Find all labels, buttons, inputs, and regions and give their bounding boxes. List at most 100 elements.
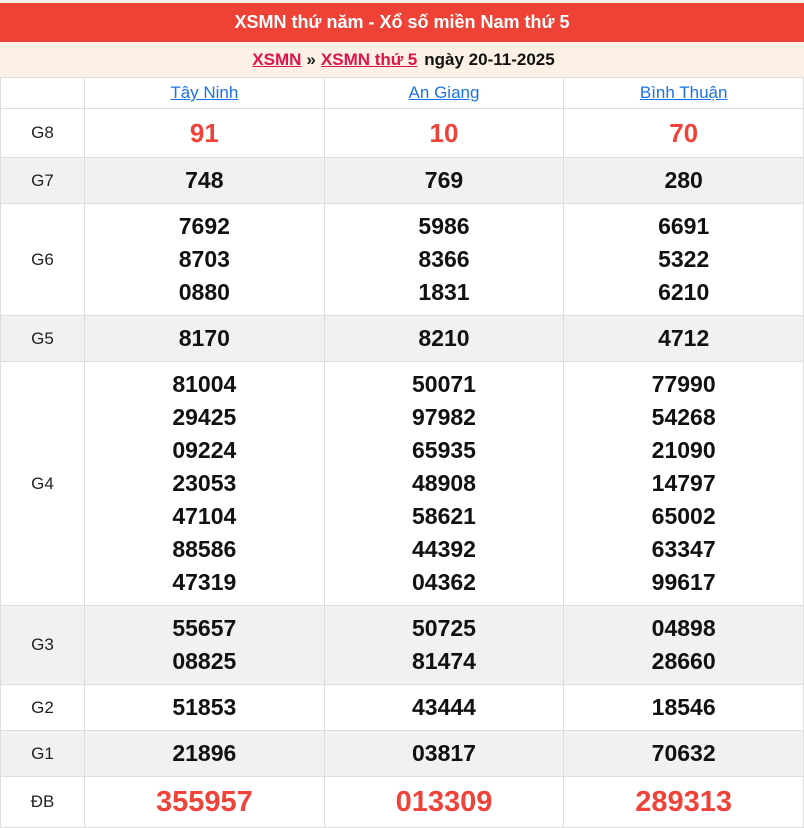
table-row: G1218960381770632 bbox=[1, 731, 803, 777]
result-number: 47319 bbox=[85, 566, 324, 599]
result-number: 769 bbox=[325, 164, 564, 197]
result-number: 54268 bbox=[564, 401, 803, 434]
result-cell: 5565708825 bbox=[84, 606, 324, 684]
breadcrumb: XSMN » XSMN thứ 5 ngày 20-11-2025 bbox=[0, 42, 804, 77]
result-number: 48908 bbox=[325, 467, 564, 500]
result-number: 81474 bbox=[325, 645, 564, 678]
result-number: 04898 bbox=[564, 612, 803, 645]
table-row: G7748769280 bbox=[1, 158, 803, 204]
result-cell: 8210 bbox=[324, 316, 564, 361]
result-cell: 70632 bbox=[563, 731, 803, 776]
result-number: 47104 bbox=[85, 500, 324, 533]
result-cell: 598683661831 bbox=[324, 204, 564, 315]
breadcrumb-date: ngày 20-11-2025 bbox=[424, 50, 554, 69]
result-number: 013309 bbox=[325, 783, 564, 821]
result-cell: 10 bbox=[324, 109, 564, 157]
result-number: 8366 bbox=[325, 243, 564, 276]
result-cell: 18546 bbox=[563, 685, 803, 730]
result-cell: 21896 bbox=[84, 731, 324, 776]
prize-label: G4 bbox=[1, 362, 84, 605]
province-link[interactable]: Tây Ninh bbox=[170, 83, 238, 102]
result-number: 97982 bbox=[325, 401, 564, 434]
table-row: G6769287030880598683661831669153226210 bbox=[1, 204, 803, 316]
result-number: 1831 bbox=[325, 276, 564, 309]
table-row: G5817082104712 bbox=[1, 316, 803, 362]
result-number: 09224 bbox=[85, 434, 324, 467]
result-cell: 355957 bbox=[84, 777, 324, 827]
result-number: 44392 bbox=[325, 533, 564, 566]
result-number: 8170 bbox=[85, 322, 324, 355]
result-number: 0880 bbox=[85, 276, 324, 309]
result-number: 58621 bbox=[325, 500, 564, 533]
table-row: G481004294250922423053471048858647319500… bbox=[1, 362, 803, 606]
prize-label: G7 bbox=[1, 158, 84, 203]
province-link[interactable]: An Giang bbox=[409, 83, 480, 102]
breadcrumb-link-xsmn[interactable]: XSMN bbox=[252, 50, 301, 69]
prize-label: G6 bbox=[1, 204, 84, 315]
result-cell: 5072581474 bbox=[324, 606, 564, 684]
breadcrumb-separator: » bbox=[306, 50, 315, 69]
result-number: 21090 bbox=[564, 434, 803, 467]
results-table: Tây NinhAn GiangBình Thuận G8911070G7748… bbox=[0, 77, 804, 828]
result-number: 289313 bbox=[564, 783, 803, 821]
result-number: 29425 bbox=[85, 401, 324, 434]
result-number: 50071 bbox=[325, 368, 564, 401]
province-link[interactable]: Bình Thuận bbox=[640, 83, 728, 102]
result-number: 51853 bbox=[85, 691, 324, 724]
result-cell: 280 bbox=[563, 158, 803, 203]
result-number: 03817 bbox=[325, 737, 564, 770]
result-number: 8703 bbox=[85, 243, 324, 276]
table-row: G2518534344418546 bbox=[1, 685, 803, 731]
result-number: 280 bbox=[564, 164, 803, 197]
prize-label: G2 bbox=[1, 685, 84, 730]
result-cell: 70 bbox=[563, 109, 803, 157]
result-number: 23053 bbox=[85, 467, 324, 500]
result-number: 10 bbox=[325, 115, 564, 151]
result-cell: 0489828660 bbox=[563, 606, 803, 684]
result-number: 7692 bbox=[85, 210, 324, 243]
result-cell: 013309 bbox=[324, 777, 564, 827]
result-number: 70 bbox=[564, 115, 803, 151]
result-cell: 91 bbox=[84, 109, 324, 157]
result-number: 08825 bbox=[85, 645, 324, 678]
table-row: G8911070 bbox=[1, 109, 803, 158]
result-number: 88586 bbox=[85, 533, 324, 566]
result-number: 65935 bbox=[325, 434, 564, 467]
result-number: 70632 bbox=[564, 737, 803, 770]
result-number: 5322 bbox=[564, 243, 803, 276]
result-number: 355957 bbox=[85, 783, 324, 821]
result-number: 04362 bbox=[325, 566, 564, 599]
corner-cell bbox=[1, 78, 84, 108]
province-header: Bình Thuận bbox=[563, 78, 803, 108]
result-number: 55657 bbox=[85, 612, 324, 645]
result-cell: 8170 bbox=[84, 316, 324, 361]
result-cell: 50071979826593548908586214439204362 bbox=[324, 362, 564, 605]
prize-label: G5 bbox=[1, 316, 84, 361]
result-number: 50725 bbox=[325, 612, 564, 645]
result-number: 99617 bbox=[564, 566, 803, 599]
result-cell: 769 bbox=[324, 158, 564, 203]
result-cell: 4712 bbox=[563, 316, 803, 361]
result-cell: 03817 bbox=[324, 731, 564, 776]
result-number: 6691 bbox=[564, 210, 803, 243]
result-cell: 748 bbox=[84, 158, 324, 203]
result-cell: 669153226210 bbox=[563, 204, 803, 315]
result-cell: 81004294250922423053471048858647319 bbox=[84, 362, 324, 605]
prize-label: G3 bbox=[1, 606, 84, 684]
result-number: 4712 bbox=[564, 322, 803, 355]
result-number: 8210 bbox=[325, 322, 564, 355]
result-number: 77990 bbox=[564, 368, 803, 401]
page-title: XSMN thứ năm - Xổ số miền Nam thứ 5 bbox=[234, 12, 569, 32]
result-number: 63347 bbox=[564, 533, 803, 566]
table-row: ĐB355957013309289313 bbox=[1, 777, 803, 828]
prize-label: G8 bbox=[1, 109, 84, 157]
result-number: 5986 bbox=[325, 210, 564, 243]
result-number: 28660 bbox=[564, 645, 803, 678]
result-number: 81004 bbox=[85, 368, 324, 401]
result-cell: 51853 bbox=[84, 685, 324, 730]
prize-label: G1 bbox=[1, 731, 84, 776]
result-cell: 43444 bbox=[324, 685, 564, 730]
province-header: Tây Ninh bbox=[84, 78, 324, 108]
result-cell: 289313 bbox=[563, 777, 803, 827]
breadcrumb-link-xsmn-thu-5[interactable]: XSMN thứ 5 bbox=[321, 50, 417, 69]
